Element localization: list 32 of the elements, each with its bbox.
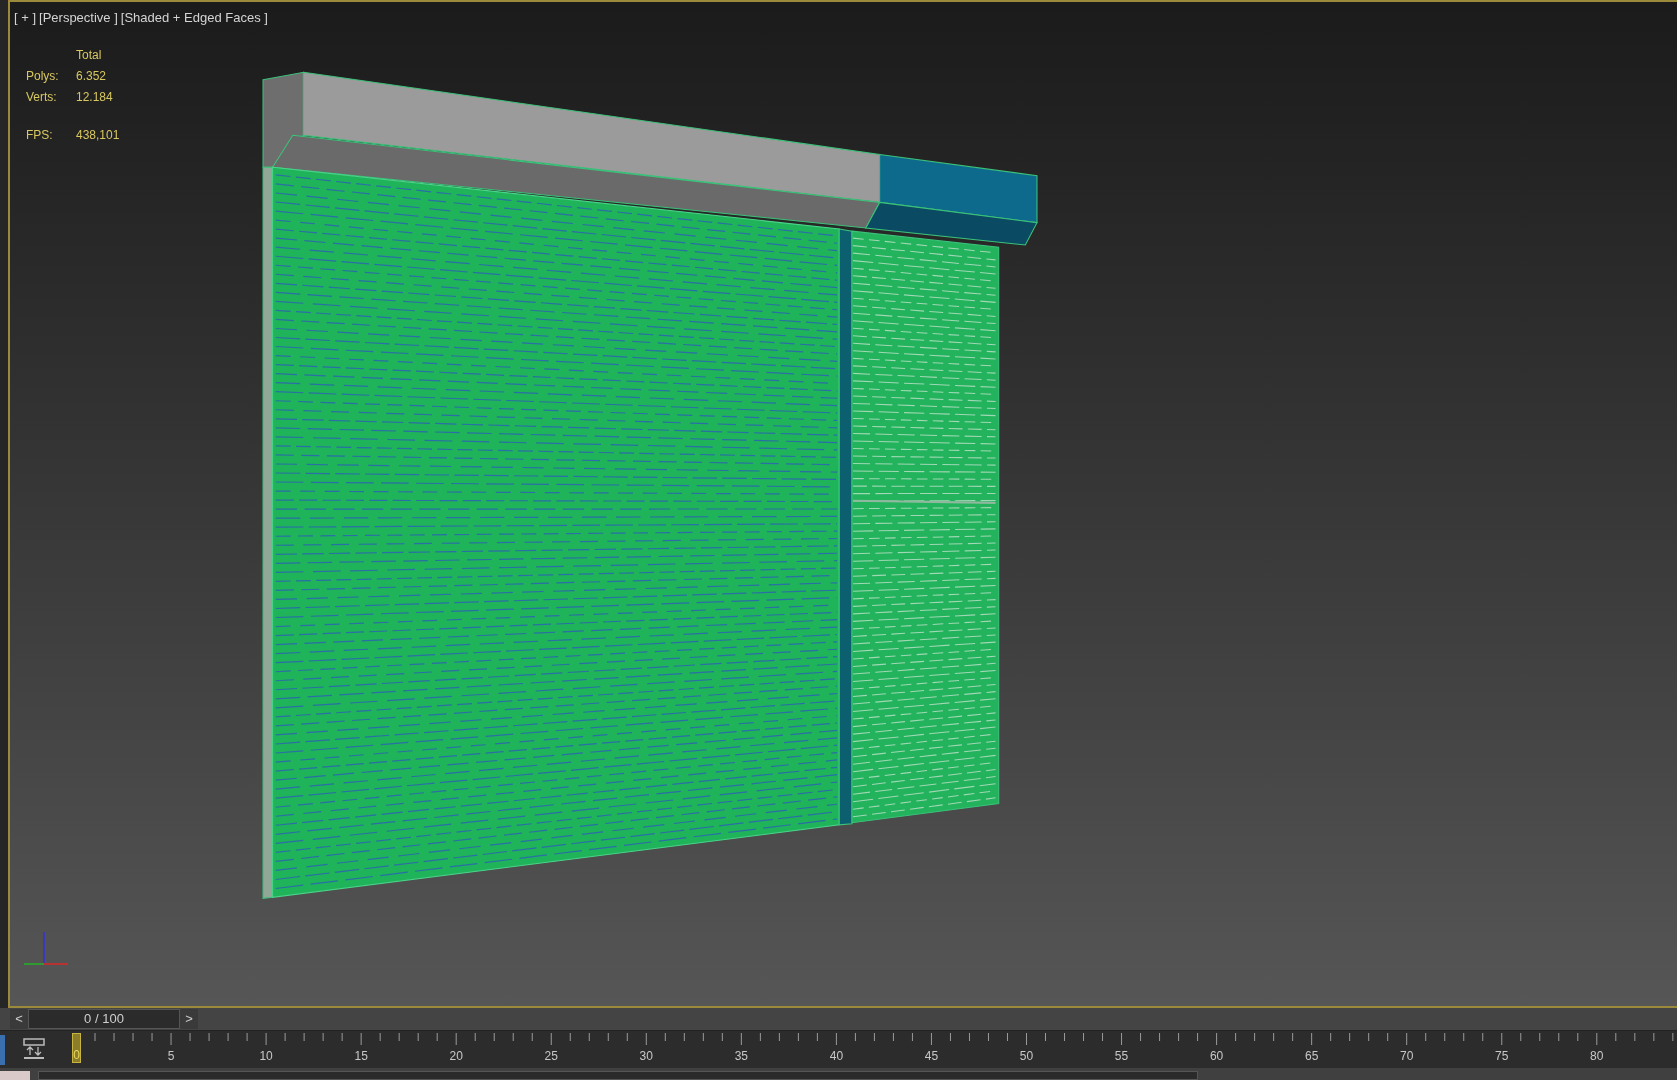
viewport[interactable]: [ + ] [Perspective ] [Shaded + Edged Faces ] Total Polys: 6.352 Verts: 12.184 FPS: 438,101 bbox=[8, 0, 1677, 1008]
stats-label: Polys: bbox=[26, 68, 60, 85]
stats-value: 12.184 bbox=[76, 89, 114, 106]
frame-number: 35 bbox=[734, 1048, 748, 1065]
frame-number: 5 bbox=[167, 1048, 175, 1065]
frame-number: 70 bbox=[1400, 1048, 1414, 1065]
previous-frame-button[interactable]: < bbox=[10, 1009, 28, 1029]
time-slider-thumb[interactable]: 0 / 100 bbox=[28, 1009, 180, 1029]
frame-number: 10 bbox=[259, 1048, 273, 1065]
key-filters-icon[interactable] bbox=[22, 1037, 46, 1061]
frame-number: 15 bbox=[354, 1048, 368, 1065]
fps-label: FPS: bbox=[26, 127, 54, 144]
frame-number: 25 bbox=[544, 1048, 558, 1065]
frame-number: 45 bbox=[924, 1048, 939, 1065]
frame-number: 60 bbox=[1209, 1048, 1224, 1065]
viewport-label[interactable]: [ + ] bbox=[14, 8, 37, 28]
script-listener-field[interactable] bbox=[38, 1071, 1198, 1080]
frame-number: 20 bbox=[449, 1048, 463, 1065]
viewport-label[interactable]: [Perspective ] bbox=[39, 8, 118, 28]
frame-number: 40 bbox=[829, 1048, 844, 1065]
frame-number: 50 bbox=[1019, 1048, 1034, 1065]
stats-value: 6.352 bbox=[76, 68, 108, 85]
frame-number: 80 bbox=[1590, 1048, 1604, 1065]
frame-number: 55 bbox=[1114, 1048, 1129, 1065]
viewport-label[interactable]: [Shaded + Edged Faces ] bbox=[120, 8, 268, 28]
next-frame-button[interactable]: > bbox=[180, 1009, 198, 1029]
frame-number: 65 bbox=[1304, 1048, 1319, 1065]
fps-value: 438,101 bbox=[76, 127, 120, 144]
frame-number: 75 bbox=[1495, 1048, 1509, 1065]
frame-number: 30 bbox=[639, 1048, 653, 1065]
stats-header: Total bbox=[76, 47, 103, 64]
stats-label: Verts: bbox=[26, 89, 58, 106]
